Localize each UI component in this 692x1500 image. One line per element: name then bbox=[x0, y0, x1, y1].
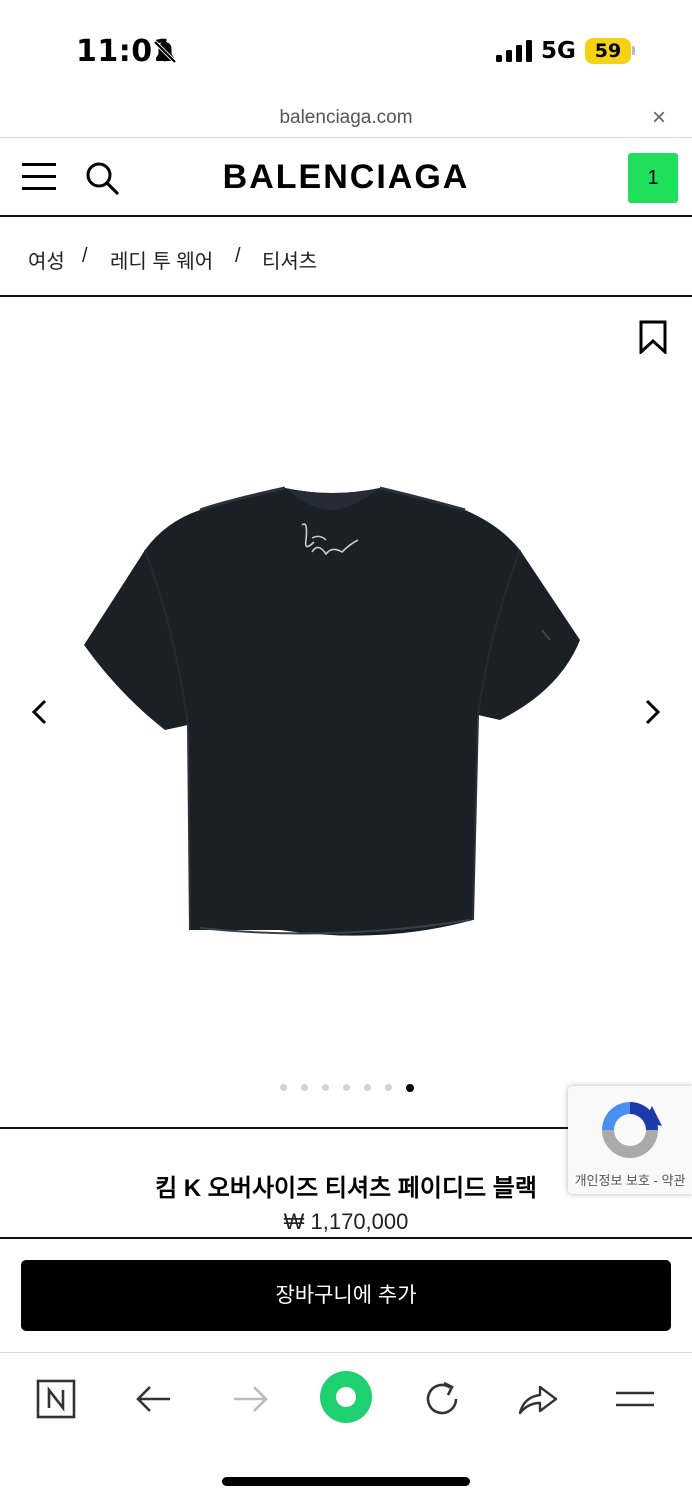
bookmark-icon[interactable] bbox=[639, 320, 667, 354]
bell-muted-icon bbox=[153, 40, 177, 64]
refresh-icon[interactable] bbox=[420, 1377, 464, 1421]
home-indicator bbox=[222, 1477, 470, 1486]
gallery-dot-active[interactable] bbox=[406, 1084, 414, 1092]
divider bbox=[0, 1237, 692, 1239]
product-price: ₩ 1,170,000 bbox=[283, 1209, 409, 1234]
gallery-dot[interactable] bbox=[322, 1084, 329, 1091]
battery-level: 59 bbox=[594, 40, 622, 62]
gallery-dot[interactable] bbox=[343, 1084, 350, 1091]
gallery-dot[interactable] bbox=[301, 1084, 308, 1091]
breadcrumb-separator: / bbox=[235, 245, 241, 267]
status-bar: 11:01 5G 59 bbox=[0, 0, 692, 100]
forward-arrow-icon[interactable] bbox=[228, 1377, 272, 1421]
gallery-dot[interactable] bbox=[385, 1084, 392, 1091]
menu-icon[interactable] bbox=[613, 1377, 657, 1421]
breadcrumb-item-women[interactable]: 여성 bbox=[28, 245, 65, 274]
cart-button[interactable]: 1 bbox=[628, 153, 678, 203]
add-to-cart-button[interactable]: 장바구니에 추가 bbox=[21, 1260, 671, 1331]
share-icon[interactable] bbox=[516, 1377, 560, 1421]
url-close-button[interactable]: × bbox=[652, 106, 666, 130]
brand-logo[interactable]: BALENCIAGA bbox=[0, 158, 692, 197]
site-header: BALENCIAGA 1 bbox=[0, 139, 692, 217]
naver-home-icon[interactable] bbox=[34, 1377, 78, 1421]
chevron-right-icon[interactable] bbox=[638, 692, 666, 732]
battery-cap bbox=[632, 46, 635, 55]
gallery-dot[interactable] bbox=[364, 1084, 371, 1091]
breadcrumb: 여성 / 레디 투 웨어 / 티셔츠 bbox=[0, 219, 692, 297]
green-dot-home-icon[interactable] bbox=[319, 1370, 373, 1424]
browser-toolbar bbox=[0, 1352, 692, 1500]
breadcrumb-item-tshirts[interactable]: 티셔츠 bbox=[262, 245, 317, 274]
signal-icon bbox=[496, 40, 532, 62]
chevron-left-icon[interactable] bbox=[26, 692, 54, 732]
battery-icon: 59 bbox=[585, 38, 631, 64]
back-arrow-icon[interactable] bbox=[132, 1377, 176, 1421]
product-image-tshirt bbox=[84, 486, 580, 936]
breadcrumb-item-ready-to-wear[interactable]: 레디 투 웨어 bbox=[110, 245, 213, 274]
recaptcha-icon bbox=[602, 1102, 662, 1158]
network-label: 5G bbox=[541, 38, 576, 64]
recaptcha-badge[interactable]: 개인정보 보호 - 약관 bbox=[568, 1086, 692, 1194]
gallery-dot[interactable] bbox=[280, 1084, 287, 1091]
recaptcha-text[interactable]: 개인정보 보호 - 약관 bbox=[568, 1170, 692, 1189]
url-text[interactable]: balenciaga.com bbox=[0, 107, 692, 129]
breadcrumb-separator: / bbox=[82, 245, 88, 267]
url-bar[interactable]: balenciaga.com × bbox=[0, 100, 692, 138]
